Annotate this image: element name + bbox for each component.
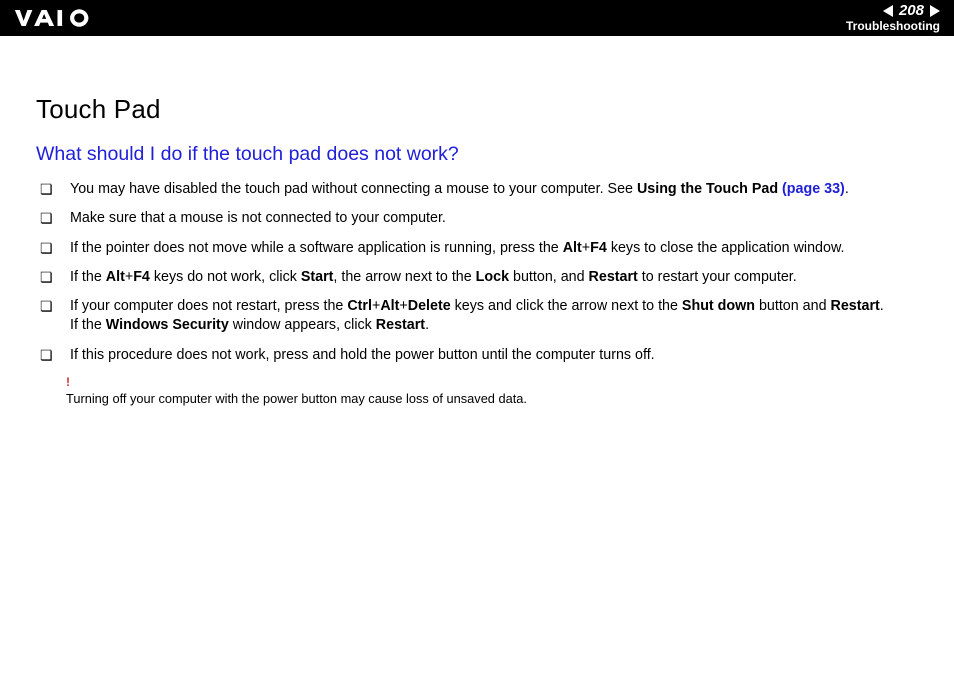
warning-text: Turning off your computer with the power… xyxy=(66,391,527,406)
text-bold: F4 xyxy=(590,240,607,256)
text-bold: Alt xyxy=(106,269,125,285)
text: button and xyxy=(755,298,831,314)
vaio-logo xyxy=(14,7,106,29)
page-number: 208 xyxy=(899,3,924,19)
text: + xyxy=(399,298,407,314)
text-bold: Restart xyxy=(589,269,638,285)
text: button, and xyxy=(509,269,589,285)
text: You may have disabled the touch pad with… xyxy=(70,181,637,197)
text-bold: Alt xyxy=(563,240,582,256)
list-item: If the Alt+F4 keys do not work, click St… xyxy=(66,268,918,287)
list-item: Make sure that a mouse is not connected … xyxy=(66,209,918,228)
nav-prev-icon[interactable] xyxy=(883,5,893,17)
page-link[interactable]: (page 33) xyxy=(782,181,845,197)
page-content: Touch Pad What should I do if the touch … xyxy=(0,36,954,408)
text: keys to close the application window. xyxy=(607,240,845,256)
text: keys and click the arrow next to the xyxy=(451,298,682,314)
text: . xyxy=(845,181,849,197)
warning-block: ! Turning off your computer with the pow… xyxy=(36,375,918,408)
text-bold: Restart xyxy=(376,317,425,333)
step-list: You may have disabled the touch pad with… xyxy=(36,180,918,365)
text: to restart your computer. xyxy=(638,269,797,285)
text: If the xyxy=(70,317,106,333)
text-bold: Lock xyxy=(476,269,509,285)
text: + xyxy=(582,240,590,256)
text: If your computer does not restart, press… xyxy=(70,298,347,314)
text-bold: Shut down xyxy=(682,298,755,314)
list-item: You may have disabled the touch pad with… xyxy=(66,180,918,199)
text-bold: Delete xyxy=(408,298,451,314)
text-bold: Restart xyxy=(831,298,880,314)
text-bold: Alt xyxy=(380,298,399,314)
text-bold: Using the Touch Pad xyxy=(637,181,782,197)
section-label: Troubleshooting xyxy=(846,20,940,33)
text-bold: F4 xyxy=(133,269,150,285)
text: . xyxy=(880,298,884,314)
text: If this procedure does not work, press a… xyxy=(70,347,655,363)
list-item: If the pointer does not move while a sof… xyxy=(66,239,918,258)
page-nav: 208 xyxy=(883,3,940,19)
text-bold: Windows Security xyxy=(106,317,229,333)
text-bold: Start xyxy=(301,269,334,285)
nav-next-icon[interactable] xyxy=(930,5,940,17)
list-item: If your computer does not restart, press… xyxy=(66,297,918,336)
list-item: If this procedure does not work, press a… xyxy=(66,346,918,365)
text: keys do not work, click xyxy=(150,269,301,285)
header-right: 208 Troubleshooting xyxy=(846,3,940,32)
text: Make sure that a mouse is not connected … xyxy=(70,210,446,226)
text-bold: Ctrl xyxy=(347,298,372,314)
text: window appears, click xyxy=(229,317,376,333)
text: + xyxy=(125,269,133,285)
text: . xyxy=(425,317,429,333)
text: If the pointer does not move while a sof… xyxy=(70,240,563,256)
page-title: Touch Pad xyxy=(36,94,918,125)
text: , the arrow next to the xyxy=(333,269,475,285)
text: If the xyxy=(70,269,106,285)
vaio-logo-svg xyxy=(14,7,106,29)
question-heading: What should I do if the touch pad does n… xyxy=(36,143,918,166)
warning-icon: ! xyxy=(66,375,918,389)
header-bar: 208 Troubleshooting xyxy=(0,0,954,36)
